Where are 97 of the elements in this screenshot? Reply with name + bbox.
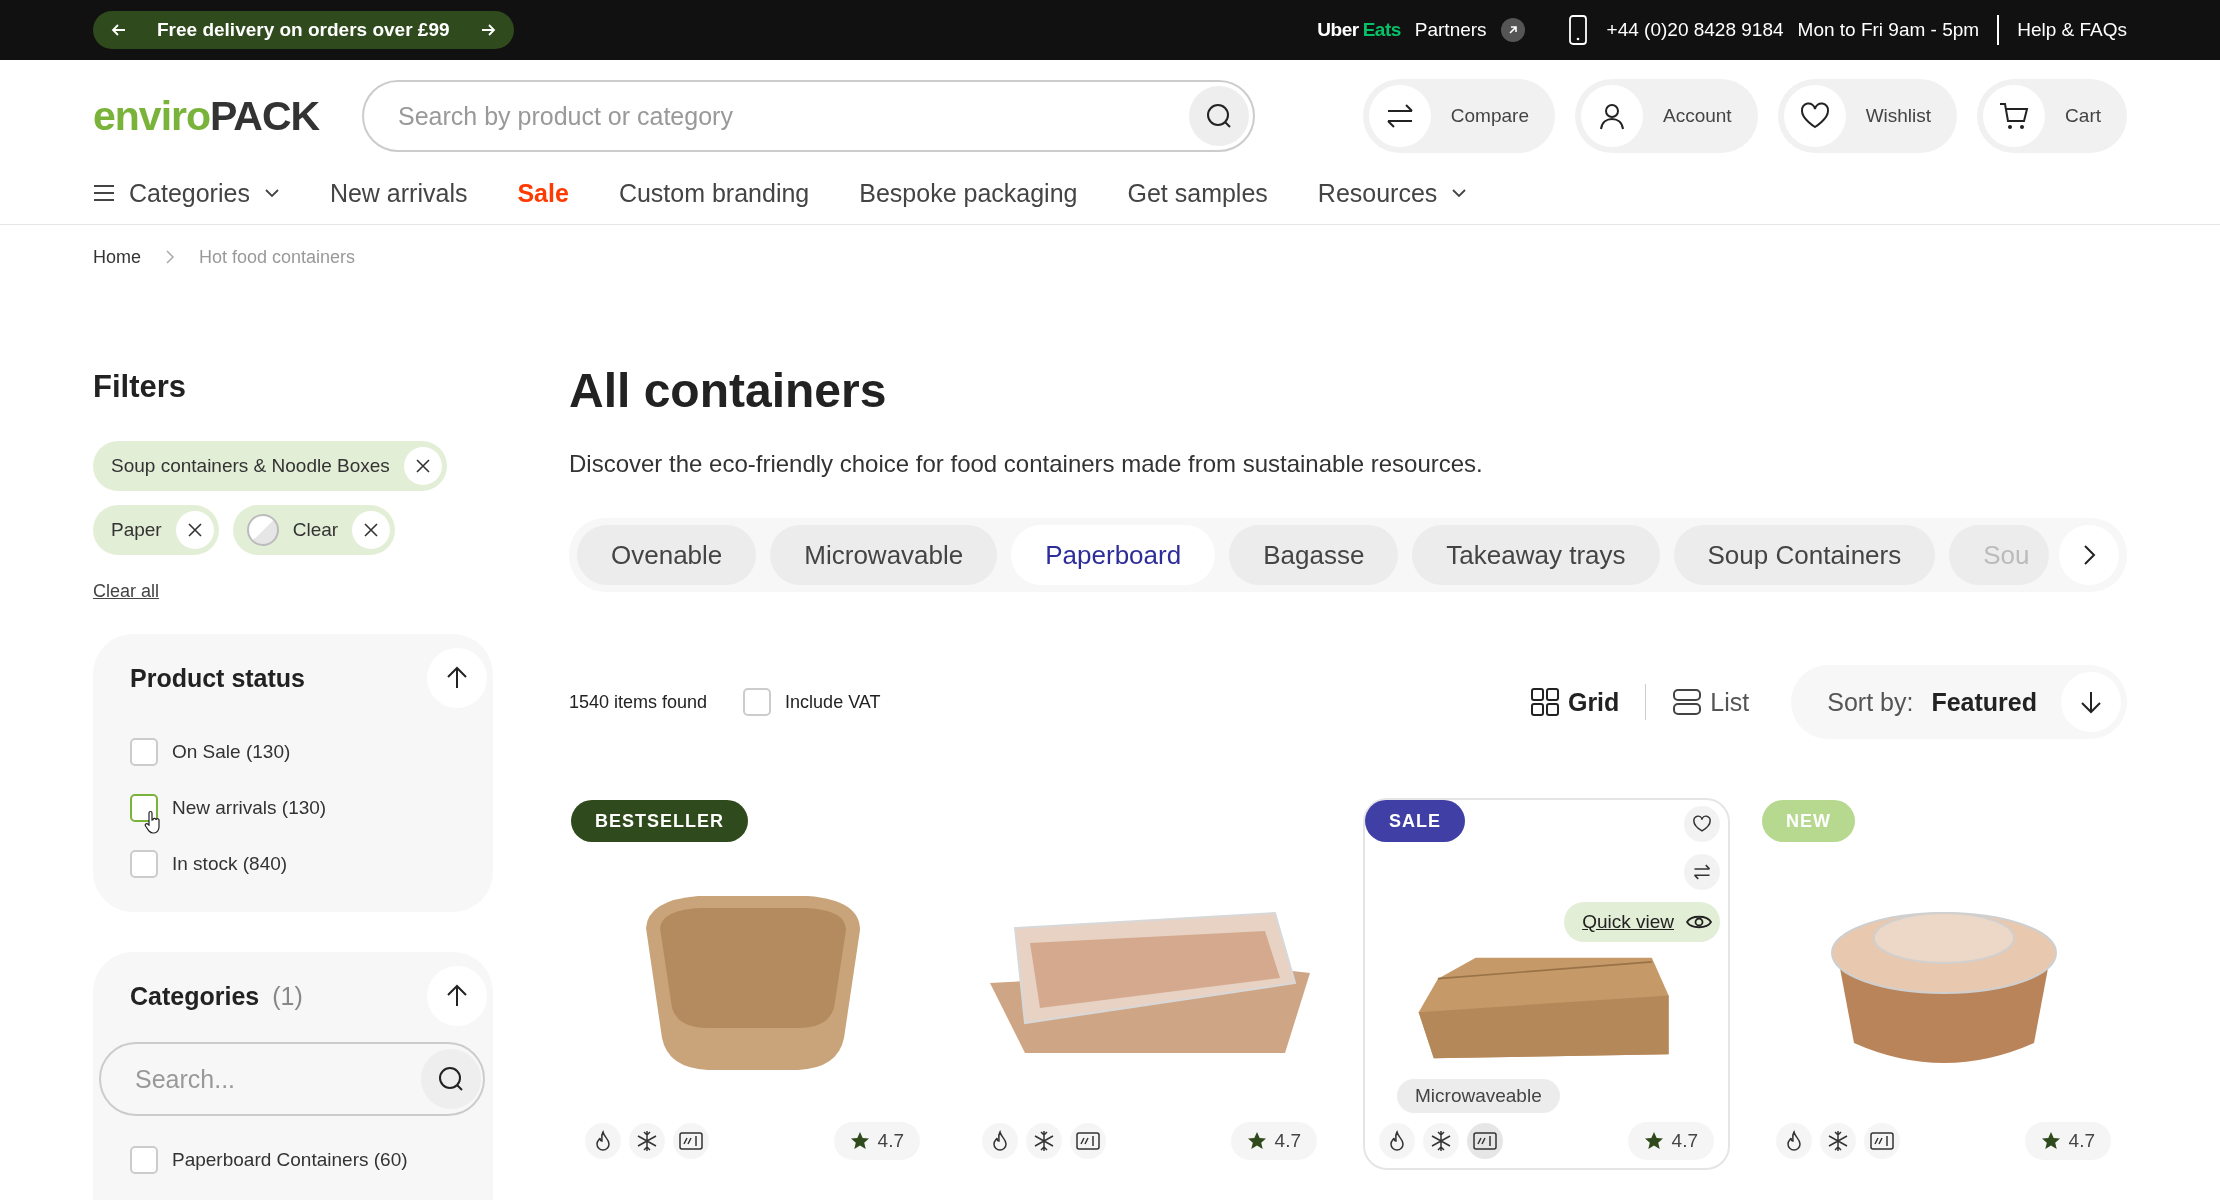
rating: 4.7 (833, 1122, 920, 1160)
close-icon[interactable] (175, 511, 214, 549)
flame-icon (1379, 1123, 1415, 1159)
clear-swatch-icon (246, 514, 279, 546)
partners-link[interactable]: Partners (1414, 19, 1487, 41)
category-search-field[interactable]: Search... (99, 1042, 485, 1116)
wishlist-button[interactable]: Wishlist (1777, 79, 1958, 153)
snowflake-icon (1026, 1123, 1062, 1159)
filter-chip[interactable]: Paper (93, 505, 219, 555)
microwave-icon[interactable] (673, 1123, 709, 1159)
nav-link[interactable]: Sale (517, 178, 569, 208)
phone-number[interactable]: +44 (0)20 8428 9184 (1606, 19, 1784, 41)
nav-link[interactable]: Bespoke packaging (859, 178, 1078, 208)
tooltip: Microwaveable (1397, 1079, 1560, 1113)
checkbox[interactable] (743, 688, 772, 716)
flame-icon (1776, 1123, 1812, 1159)
close-icon[interactable] (403, 447, 442, 485)
logo[interactable]: enviroPACK (93, 92, 362, 140)
opening-hours: Mon to Fri 9am - 5pm (1797, 19, 1980, 41)
compare-button[interactable]: Compare (1362, 79, 1555, 153)
filters-heading: Filters (93, 369, 188, 405)
close-icon[interactable] (352, 511, 391, 549)
categories-menu[interactable]: Categories (93, 178, 280, 208)
chevron-down-icon (1451, 188, 1468, 198)
checkbox-label: New arrivals (130) (172, 797, 327, 819)
results-count: 1540 items found (569, 691, 708, 713)
snowflake-icon (1423, 1123, 1459, 1159)
checkbox-label: On Sale (130) (172, 741, 291, 763)
partner-logo: Uber Eats (1317, 19, 1401, 41)
star-icon (849, 1131, 870, 1151)
cart-icon (1998, 100, 2031, 132)
filter-chip[interactable]: Clear (232, 505, 396, 555)
compare-icon[interactable] (1684, 854, 1720, 890)
product-badge: NEW (1762, 800, 1855, 842)
microwave-icon[interactable] (1864, 1123, 1900, 1159)
panel-title: Categories (1) (130, 981, 303, 1011)
checkbox[interactable] (130, 794, 158, 822)
view-toggle[interactable]: List (1666, 686, 1756, 718)
category-tab[interactable]: Soup Containers (1673, 525, 1936, 585)
panel-title: Product status (130, 663, 306, 693)
search-button[interactable] (421, 1049, 481, 1109)
chevron-right-icon (165, 250, 175, 264)
microwave-icon[interactable] (1467, 1123, 1503, 1159)
promo-banner[interactable]: Free delivery on orders over £99 (93, 11, 514, 49)
grid-icon (1529, 687, 1560, 717)
arrow-down-icon (2080, 690, 2102, 714)
page-description: Discover the eco-friendly choice for food containers made from sustainable resources. (569, 450, 1484, 478)
chevron-down-icon (263, 188, 280, 198)
product-badge: BESTSELLER (571, 800, 748, 842)
cart-button[interactable]: Cart (1977, 79, 2127, 153)
eye-icon (1686, 913, 1712, 931)
microwave-icon[interactable] (1070, 1123, 1106, 1159)
account-button[interactable]: Account (1575, 79, 1758, 153)
checkbox-label: Include VAT (785, 691, 881, 713)
category-tab[interactable]: Bagasse (1229, 525, 1399, 585)
search-field[interactable]: Search by product or category (362, 80, 1255, 152)
rating: 4.7 (2024, 1122, 2111, 1160)
star-icon (2040, 1131, 2061, 1151)
menu-icon (93, 184, 115, 202)
checkbox[interactable] (130, 850, 158, 878)
rating: 4.7 (1627, 1122, 1714, 1160)
filter-chip[interactable]: Soup containers & Noodle Boxes (93, 441, 447, 491)
category-tab[interactable]: Paperboard (1011, 525, 1216, 585)
star-icon (1643, 1131, 1664, 1151)
category-tab[interactable]: Microwavable (770, 525, 998, 585)
quick-view-button[interactable]: Quick view (1564, 902, 1720, 942)
page-title: All containers (569, 363, 888, 418)
checkbox[interactable] (130, 1146, 158, 1174)
search-button[interactable] (1189, 86, 1249, 146)
clear-all-link[interactable]: Clear all (93, 581, 160, 602)
flame-icon (982, 1123, 1018, 1159)
nav-link[interactable]: New arrivals (329, 178, 468, 208)
nav-link[interactable]: Resources (1317, 178, 1468, 208)
view-toggle[interactable]: Grid (1523, 686, 1626, 718)
checkbox-label: Paperboard Containers (60) (172, 1149, 408, 1171)
rating: 4.7 (1230, 1122, 1317, 1160)
phone-icon (1568, 15, 1587, 45)
product-card[interactable]: SALE Quick view Microwaveable 4.7 (1363, 798, 1730, 1170)
arrow-icon (446, 666, 468, 690)
breadcrumb-link[interactable]: Home (93, 246, 141, 268)
nav-link[interactable]: Get samples (1127, 178, 1268, 208)
checkbox-label: In stock (840) (172, 853, 288, 875)
checkbox[interactable] (130, 738, 158, 766)
arrow-icon (446, 984, 468, 1008)
chevron-right-icon (2082, 544, 2096, 566)
list-icon (1672, 687, 1703, 717)
help-link[interactable]: Help & FAQs (2017, 19, 2127, 41)
sort-dropdown[interactable]: Sort by: Featured (1791, 665, 2127, 739)
product-badge: SALE (1365, 800, 1465, 842)
category-tab[interactable]: Ovenable (577, 525, 757, 585)
external-link-icon[interactable] (1500, 18, 1525, 42)
category-tab[interactable]: Takeaway trays (1412, 525, 1660, 585)
snowflake-icon (629, 1123, 665, 1159)
star-icon (1246, 1131, 1267, 1151)
nav-link[interactable]: Custom branding (618, 178, 810, 208)
flame-icon (585, 1123, 621, 1159)
snowflake-icon (1820, 1123, 1856, 1159)
